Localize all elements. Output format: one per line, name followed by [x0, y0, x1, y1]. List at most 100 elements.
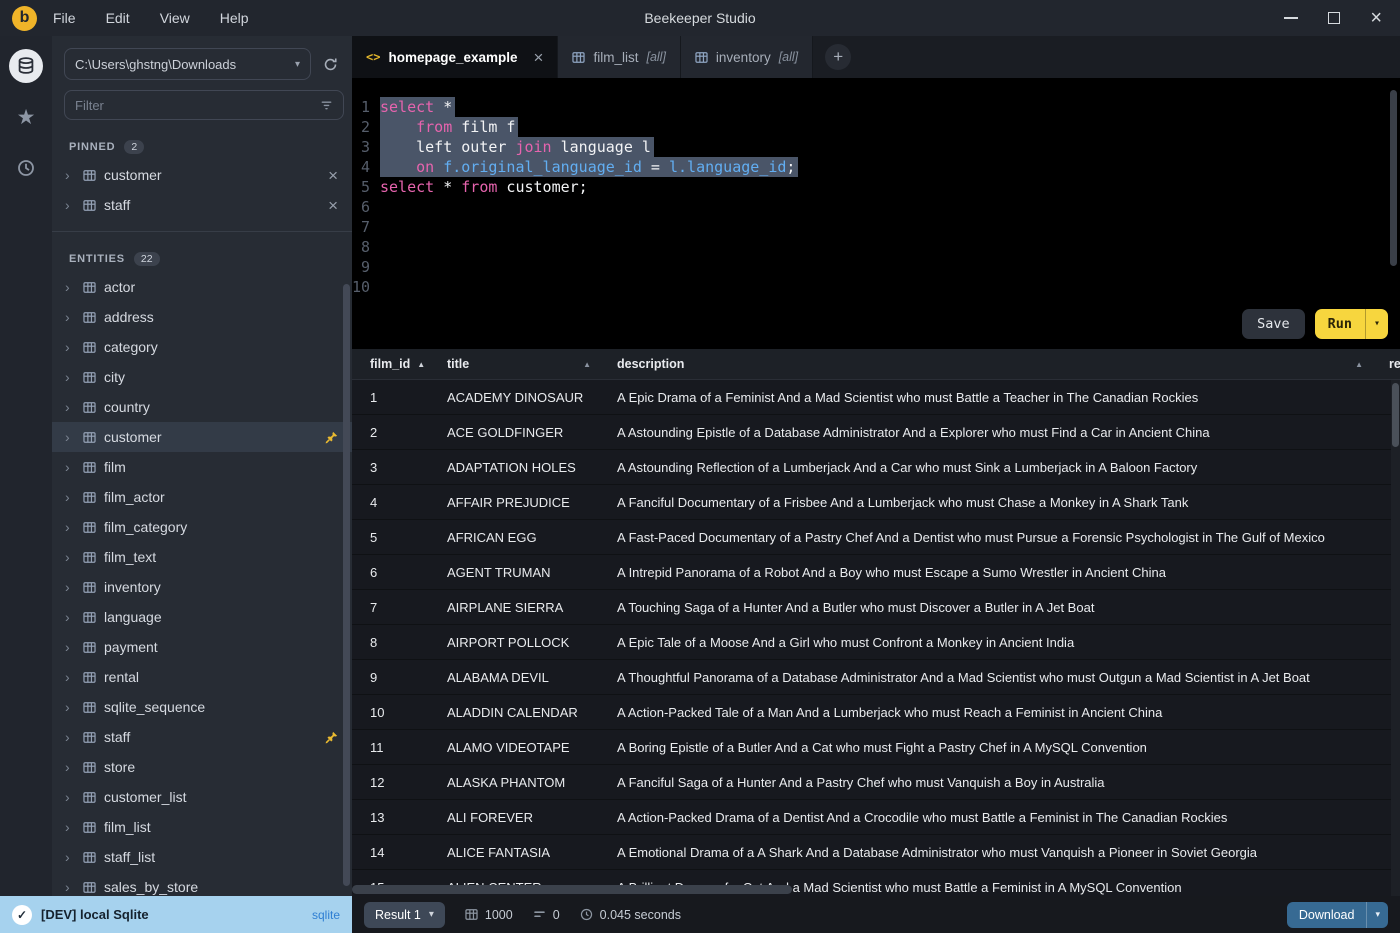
tab-inventory[interactable]: inventory [all] — [680, 36, 814, 78]
cell[interactable]: AIRPLANE SIERRA — [447, 600, 617, 615]
chevron-right-icon[interactable]: › — [65, 699, 75, 715]
download-button-label[interactable]: Download — [1287, 908, 1367, 922]
table-row[interactable]: 13 ALI FOREVER A Action-Packed Drama of a … — [352, 800, 1400, 835]
minimize-icon[interactable] — [1284, 17, 1299, 19]
entity-item-language[interactable]: › language — [52, 602, 352, 632]
column-header-description[interactable]: description ▲ — [617, 357, 1389, 371]
chevron-right-icon[interactable]: › — [65, 369, 75, 385]
download-options-chevron-icon[interactable]: ▾ — [1367, 909, 1388, 920]
cell[interactable]: AFFAIR PREJUDICE — [447, 495, 617, 510]
table-row[interactable]: 4 AFFAIR PREJUDICE A Fanciful Documentary … — [352, 485, 1400, 520]
entity-item-payment[interactable]: › payment — [52, 632, 352, 662]
table-row[interactable]: 9 ALABAMA DEVIL A Thoughtful Panorama of a… — [352, 660, 1400, 695]
cell[interactable]: 12 — [370, 775, 447, 790]
cell[interactable]: 1 — [370, 390, 447, 405]
entity-item-staff[interactable]: › staff — [52, 722, 352, 752]
table-row[interactable]: 14 ALICE FANTASIA A Emotional Drama of a A… — [352, 835, 1400, 870]
code-line[interactable]: 1 select * — [352, 97, 1400, 117]
entity-item-film_list[interactable]: › film_list — [52, 812, 352, 842]
chevron-right-icon[interactable]: › — [65, 519, 75, 535]
pinned-item-staff[interactable]: › staff × — [52, 190, 352, 220]
cell[interactable]: AFRICAN EGG — [447, 530, 617, 545]
column-header-film_id[interactable]: film_id ▲ — [370, 357, 447, 371]
entity-item-category[interactable]: › category — [52, 332, 352, 362]
cell[interactable]: A Fanciful Saga of a Hunter And a Pastry… — [617, 775, 1389, 790]
cell[interactable]: A Intrepid Panorama of a Robot And a Boy… — [617, 565, 1389, 580]
sort-icon[interactable]: ▲ — [583, 360, 591, 369]
chevron-right-icon[interactable]: › — [65, 669, 75, 685]
cell[interactable]: A Epic Drama of a Feminist And a Mad Sci… — [617, 390, 1389, 405]
new-tab-icon[interactable]: + — [825, 44, 852, 70]
chevron-right-icon[interactable]: › — [65, 339, 75, 355]
pin-icon[interactable] — [325, 431, 338, 444]
cell[interactable]: ACE GOLDFINGER — [447, 425, 617, 440]
menu-edit[interactable]: Edit — [106, 10, 130, 26]
table-row[interactable]: 3 ADAPTATION HOLES A Astounding Reflection… — [352, 450, 1400, 485]
close-window-icon[interactable]: × — [1370, 8, 1382, 28]
pin-icon[interactable] — [325, 731, 338, 744]
chevron-right-icon[interactable]: › — [65, 279, 75, 295]
table-row[interactable]: 12 ALASKA PHANTOM A Fanciful Saga of a Hun… — [352, 765, 1400, 800]
cell[interactable]: 13 — [370, 810, 447, 825]
close-tab-icon[interactable]: × — [534, 49, 544, 66]
database-panel-icon[interactable] — [9, 49, 43, 83]
table-row[interactable]: 2 ACE GOLDFINGER A Astounding Epistle of a… — [352, 415, 1400, 450]
run-options-chevron-icon[interactable]: ▾ — [1366, 314, 1388, 334]
sql-editor[interactable]: 1 select * 2 from film f3 left outer join … — [352, 78, 1400, 349]
table-row[interactable]: 6 AGENT TRUMAN A Intrepid Panorama of a Ro… — [352, 555, 1400, 590]
entity-item-country[interactable]: › country — [52, 392, 352, 422]
code-line[interactable]: 6 — [352, 197, 1400, 217]
refresh-icon[interactable] — [316, 50, 344, 78]
cell[interactable]: A Action-Packed Tale of a Man And a Lumb… — [617, 705, 1389, 720]
unpin-close-icon[interactable]: × — [328, 167, 338, 184]
chevron-right-icon[interactable]: › — [65, 309, 75, 325]
code-line[interactable]: 2 from film f — [352, 117, 1400, 137]
entity-item-sales_by_store[interactable]: › sales_by_store — [52, 872, 352, 896]
code-line[interactable]: 7 — [352, 217, 1400, 237]
entity-item-film_actor[interactable]: › film_actor — [52, 482, 352, 512]
entity-item-address[interactable]: › address — [52, 302, 352, 332]
menu-view[interactable]: View — [160, 10, 190, 26]
results-vertical-scrollbar[interactable] — [1391, 380, 1400, 896]
tab-film_list[interactable]: film_list [all] — [558, 36, 681, 78]
table-row[interactable]: 10 ALADDIN CALENDAR A Action-Packed Tale o… — [352, 695, 1400, 730]
cell[interactable]: ALASKA PHANTOM — [447, 775, 617, 790]
entity-item-store[interactable]: › store — [52, 752, 352, 782]
cell[interactable]: 6 — [370, 565, 447, 580]
database-select[interactable]: C:\Users\ghstng\Downloads ▾ — [64, 48, 311, 80]
entity-item-customer_list[interactable]: › customer_list — [52, 782, 352, 812]
cell[interactable]: 8 — [370, 635, 447, 650]
chevron-right-icon[interactable]: › — [65, 459, 75, 475]
cell[interactable]: ALI FOREVER — [447, 810, 617, 825]
chevron-right-icon[interactable]: › — [65, 549, 75, 565]
table-row[interactable]: 7 AIRPLANE SIERRA A Touching Saga of a Hun… — [352, 590, 1400, 625]
sidebar-scrollbar[interactable] — [343, 284, 350, 886]
code-line[interactable]: 9 — [352, 257, 1400, 277]
entity-item-film_category[interactable]: › film_category — [52, 512, 352, 542]
chevron-right-icon[interactable]: › — [65, 759, 75, 775]
code-line[interactable]: 4 on f.original_language_id = l.language… — [352, 157, 1400, 177]
chevron-right-icon[interactable]: › — [65, 729, 75, 745]
cell[interactable]: AGENT TRUMAN — [447, 565, 617, 580]
cell[interactable]: A Emotional Drama of a A Shark And a Dat… — [617, 845, 1389, 860]
cell[interactable]: 9 — [370, 670, 447, 685]
entity-item-actor[interactable]: › actor — [52, 272, 352, 302]
cell[interactable]: 5 — [370, 530, 447, 545]
chevron-right-icon[interactable]: › — [65, 579, 75, 595]
column-header-title[interactable]: title ▲ — [447, 357, 617, 371]
code-line[interactable]: 3 left outer join language l — [352, 137, 1400, 157]
cell[interactable]: ALABAMA DEVIL — [447, 670, 617, 685]
chevron-right-icon[interactable]: › — [65, 429, 75, 445]
menu-help[interactable]: Help — [220, 10, 249, 26]
entity-item-film[interactable]: › film — [52, 452, 352, 482]
unpin-close-icon[interactable]: × — [328, 197, 338, 214]
entity-item-film_text[interactable]: › film_text — [52, 542, 352, 572]
results-horizontal-scrollbar[interactable] — [352, 885, 792, 894]
code-line[interactable]: 5 select * from customer; — [352, 177, 1400, 197]
download-button[interactable]: Download ▾ — [1286, 901, 1388, 928]
cell[interactable]: ALICE FANTASIA — [447, 845, 617, 860]
sort-asc-icon[interactable]: ▲ — [417, 360, 425, 369]
editor-scrollbar[interactable] — [1390, 90, 1397, 266]
entity-item-sqlite_sequence[interactable]: › sqlite_sequence — [52, 692, 352, 722]
chevron-right-icon[interactable]: › — [65, 197, 75, 213]
